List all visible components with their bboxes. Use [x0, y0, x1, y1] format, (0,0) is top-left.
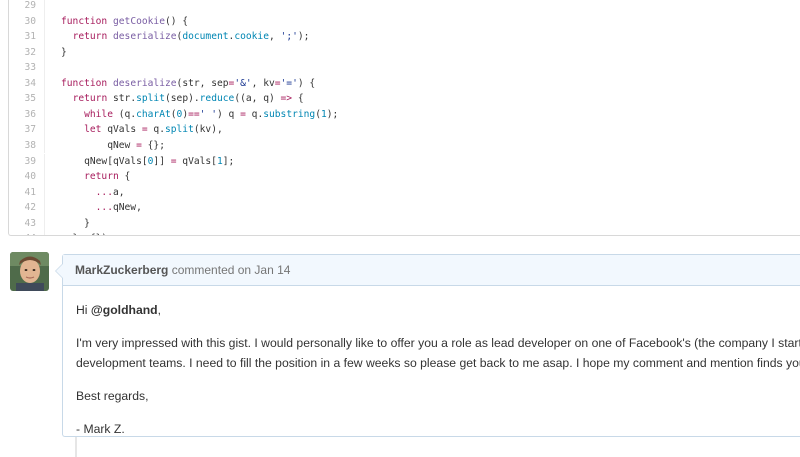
- user-mention-link[interactable]: @goldhand: [91, 303, 158, 317]
- code-line: 36 while (q.charAt(0)==' ') q = q.substr…: [9, 106, 800, 123]
- line-number[interactable]: 33: [9, 60, 45, 76]
- comment-timestamp[interactable]: commented on Jan 14: [172, 263, 291, 277]
- line-number[interactable]: 42: [9, 200, 45, 216]
- line-number[interactable]: 44: [9, 231, 45, 235]
- comment-signature: - Mark Z.: [76, 422, 125, 436]
- code-line: 29: [9, 0, 800, 14]
- code-line: 30 function getCookie() {: [9, 13, 800, 30]
- code-text: ...qNew,: [95, 202, 142, 214]
- line-number[interactable]: 38: [9, 137, 45, 154]
- avatar[interactable]: [10, 252, 49, 291]
- comment-body: Hi @goldhand, I'm very impressed with th…: [63, 286, 800, 439]
- comment-author-link[interactable]: MarkZuckerberg: [75, 263, 168, 277]
- line-number[interactable]: 31: [9, 29, 45, 45]
- code-line: 43 }: [9, 215, 800, 232]
- comment-box: MarkZuckerberg commented on Jan 14 Hi @g…: [55, 254, 800, 439]
- line-number[interactable]: 43: [9, 215, 45, 232]
- code-text: return str.split(sep).reduce((a, q) => {: [72, 93, 304, 105]
- line-number[interactable]: 35: [9, 91, 45, 107]
- code-line: 37 let qVals = q.split(kv),: [9, 122, 800, 138]
- code-line: 42 ...qNew,: [9, 200, 800, 216]
- code-text: qNew = {};: [61, 139, 165, 151]
- line-number[interactable]: 34: [9, 75, 45, 92]
- comment-paragraph: I'm very impressed with this gist. I wou…: [76, 336, 800, 370]
- code-line: 39 qNew[qVals[0]] = qVals[1];: [9, 153, 800, 169]
- comment-header: MarkZuckerberg commented on Jan 14: [63, 255, 800, 286]
- timeline-connector: [75, 437, 77, 457]
- code-line: 40 return {: [9, 169, 800, 185]
- code-line: 31 return deserialize(document.cookie, '…: [9, 29, 800, 45]
- code-line: 38 qNew = {};: [9, 137, 800, 154]
- code-snippet: 29 30 function getCookie() { 31 return dese…: [8, 0, 800, 236]
- code-text: ...a,: [95, 186, 125, 198]
- code-text: while (q.charAt(0)==' ') q = q.substring…: [84, 108, 339, 120]
- code-line: 33: [9, 60, 800, 76]
- code-text: }: [61, 46, 67, 58]
- user-avatar-icon: [10, 252, 49, 291]
- code-text: function getCookie() {: [61, 15, 189, 27]
- code-text: }: [61, 217, 90, 229]
- line-number[interactable]: 39: [9, 153, 45, 169]
- code-line: 44 }, {});: [9, 231, 800, 235]
- code-text: return {: [84, 171, 131, 183]
- line-number[interactable]: 30: [9, 13, 45, 30]
- comment-greeting: Hi @goldhand,: [76, 303, 162, 317]
- code-line: 35 return str.split(sep).reduce((a, q) =…: [9, 91, 800, 107]
- comment-closing: Best regards,: [76, 389, 149, 403]
- code-line: 32}: [9, 44, 800, 61]
- line-number[interactable]: 40: [9, 169, 45, 185]
- line-number[interactable]: 32: [9, 44, 45, 61]
- code-text: function deserialize(str, sep='&', kv='=…: [61, 77, 316, 89]
- code-line: 34 function deserialize(str, sep='&', kv=…: [9, 75, 800, 92]
- code-text: return deserialize(document.cookie, ';')…: [72, 31, 310, 43]
- code-line: 41 ...a,: [9, 184, 800, 201]
- line-number[interactable]: 29: [9, 0, 45, 14]
- code-text: let qVals = q.split(kv),: [84, 124, 223, 136]
- code-text: }, {});: [61, 231, 113, 235]
- line-number[interactable]: 37: [9, 122, 45, 138]
- code-text: qNew[qVals[0]] = qVals[1];: [61, 155, 235, 167]
- line-number[interactable]: 36: [9, 106, 45, 123]
- line-number[interactable]: 41: [9, 184, 45, 201]
